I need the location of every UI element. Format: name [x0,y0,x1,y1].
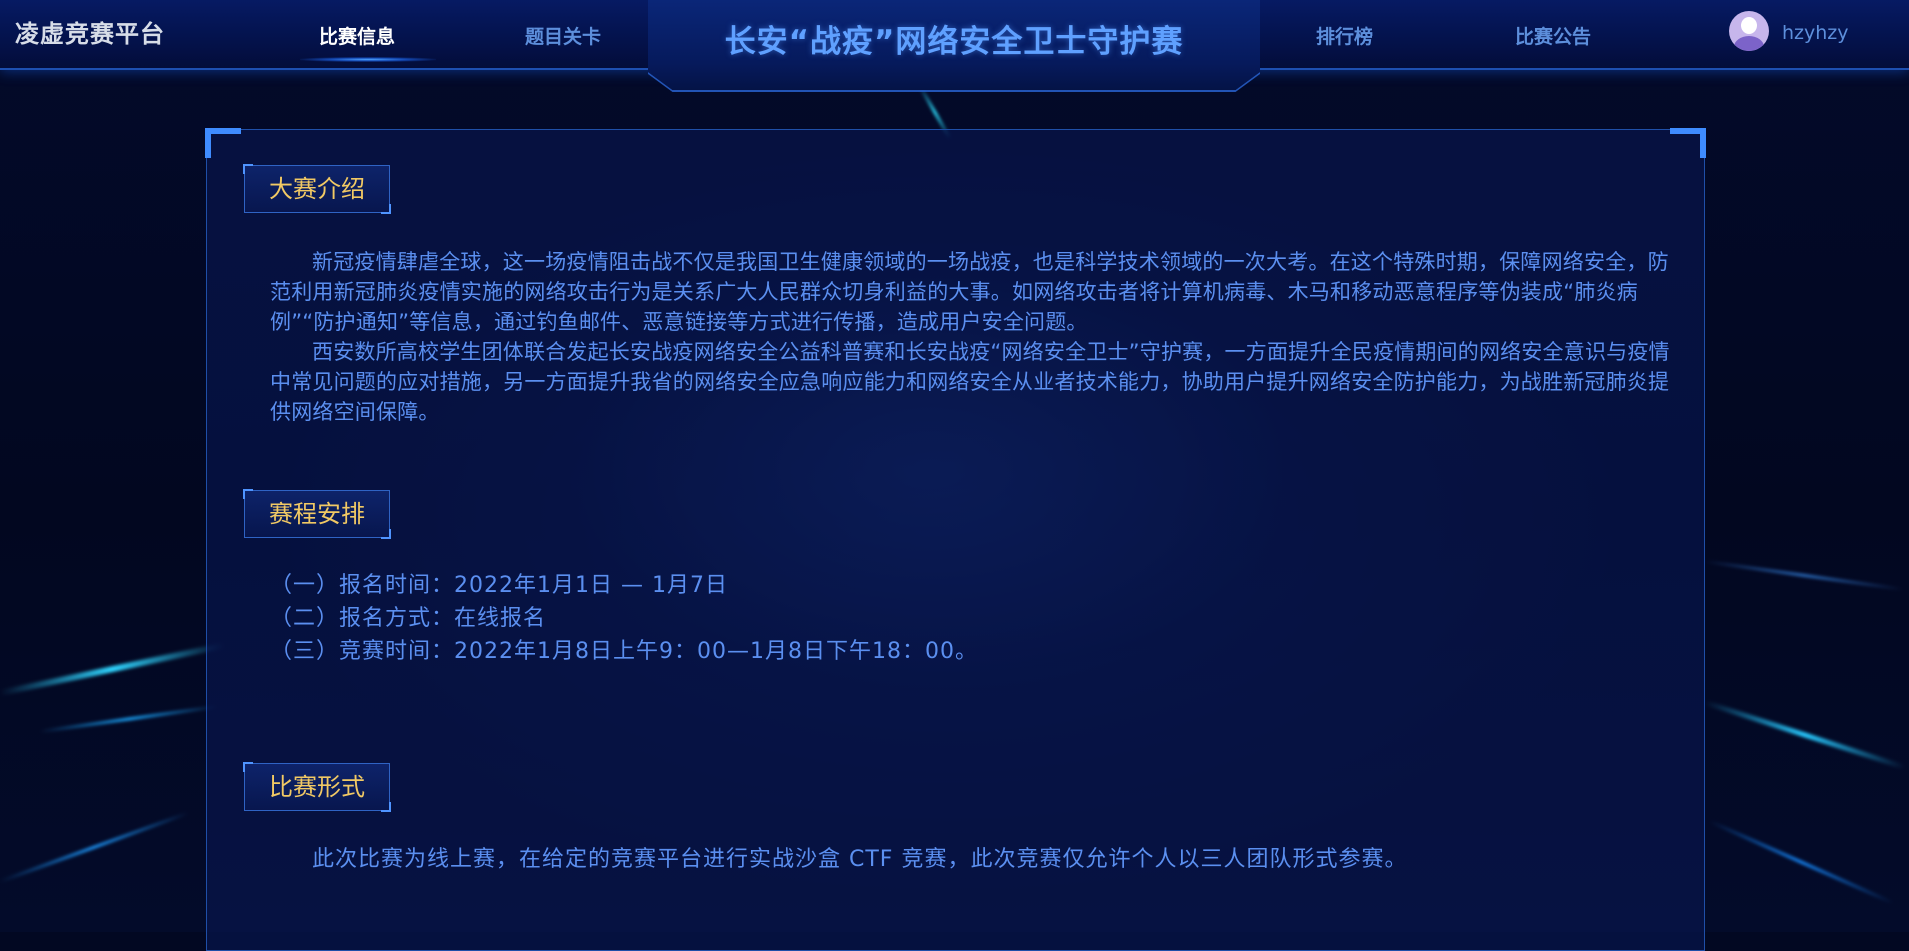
intro-paragraph-2: 西安数所高校学生团体联合发起长安战疫网络安全公益科普赛和长安战疫“网络安全卫士”… [270,340,1670,424]
intro-paragraph-1: 新冠疫情肆虐全球，这一场疫情阻击战不仅是我国卫生健康领域的一场战疫，也是科学技术… [270,250,1669,334]
content-panel: 大赛介绍 新冠疫情肆虐全球，这一场疫情阻击战不仅是我国卫生健康领域的一场战疫，也… [205,128,1706,951]
section-heading-format: 比赛形式 [243,762,391,812]
nav-item-leaderboard[interactable]: 排行榜 [1316,22,1373,49]
site-title: 长安“战疫”网络安全卫士守护赛 [724,24,1184,60]
username[interactable]: hzyhzy [1782,22,1849,44]
format-description: 此次比赛为线上赛，在给定的竞赛平台进行实战沙盒 CTF 竞赛，此次竞赛仅允许个人… [312,847,1408,872]
nav-item-match-info[interactable]: 比赛信息 [319,22,395,49]
user-avatar-icon[interactable] [1729,11,1769,51]
panel-corner-top-left [205,128,241,158]
schedule-item: （二）报名方式：在线报名 [270,606,547,631]
platform-brand[interactable]: 凌虚竞赛平台 [15,14,165,49]
nav-item-announcements[interactable]: 比赛公告 [1515,22,1591,49]
nav-item-challenges[interactable]: 题目关卡 [525,22,601,49]
section-heading-schedule: 赛程安排 [243,489,391,539]
schedule-item: （三）竞赛时间：2022年1月8日上午9：00—1月8日下午18：00。 [270,639,978,664]
section-heading-intro: 大赛介绍 [243,164,391,214]
nav-active-indicator [300,57,436,62]
panel-corner-top-right [1670,128,1706,158]
schedule-item: （一）报名时间：2022年1月1日 — 1月7日 [270,573,728,598]
